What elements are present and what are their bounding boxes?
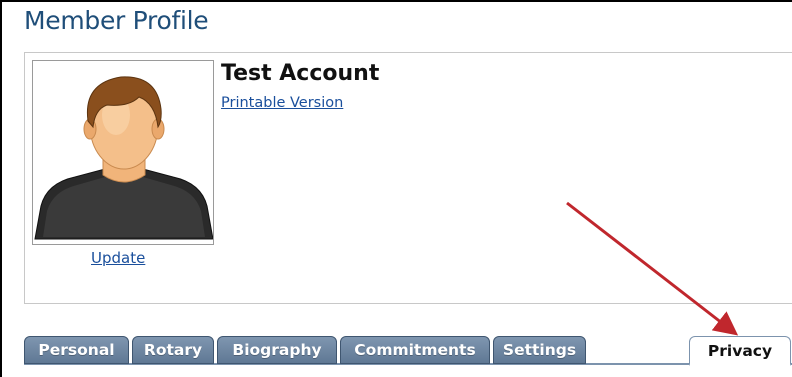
tab-commitments[interactable]: Commitments [340, 336, 490, 364]
avatar [32, 60, 214, 245]
profile-tabs: Personal Rotary Biography Commitments Se… [24, 335, 792, 377]
update-photo-link[interactable]: Update [91, 249, 145, 267]
tab-settings[interactable]: Settings [493, 336, 586, 364]
tab-personal[interactable]: Personal [24, 336, 129, 364]
tab-rotary[interactable]: Rotary [132, 336, 214, 364]
tab-privacy[interactable]: Privacy [689, 336, 791, 366]
user-avatar-icon [34, 76, 213, 240]
tab-biography[interactable]: Biography [217, 336, 337, 364]
member-name: Test Account [221, 61, 380, 86]
profile-card: Update Test Account Printable Version [24, 52, 792, 304]
printable-version-link[interactable]: Printable Version [221, 95, 343, 111]
page-title: Member Profile [24, 6, 209, 35]
